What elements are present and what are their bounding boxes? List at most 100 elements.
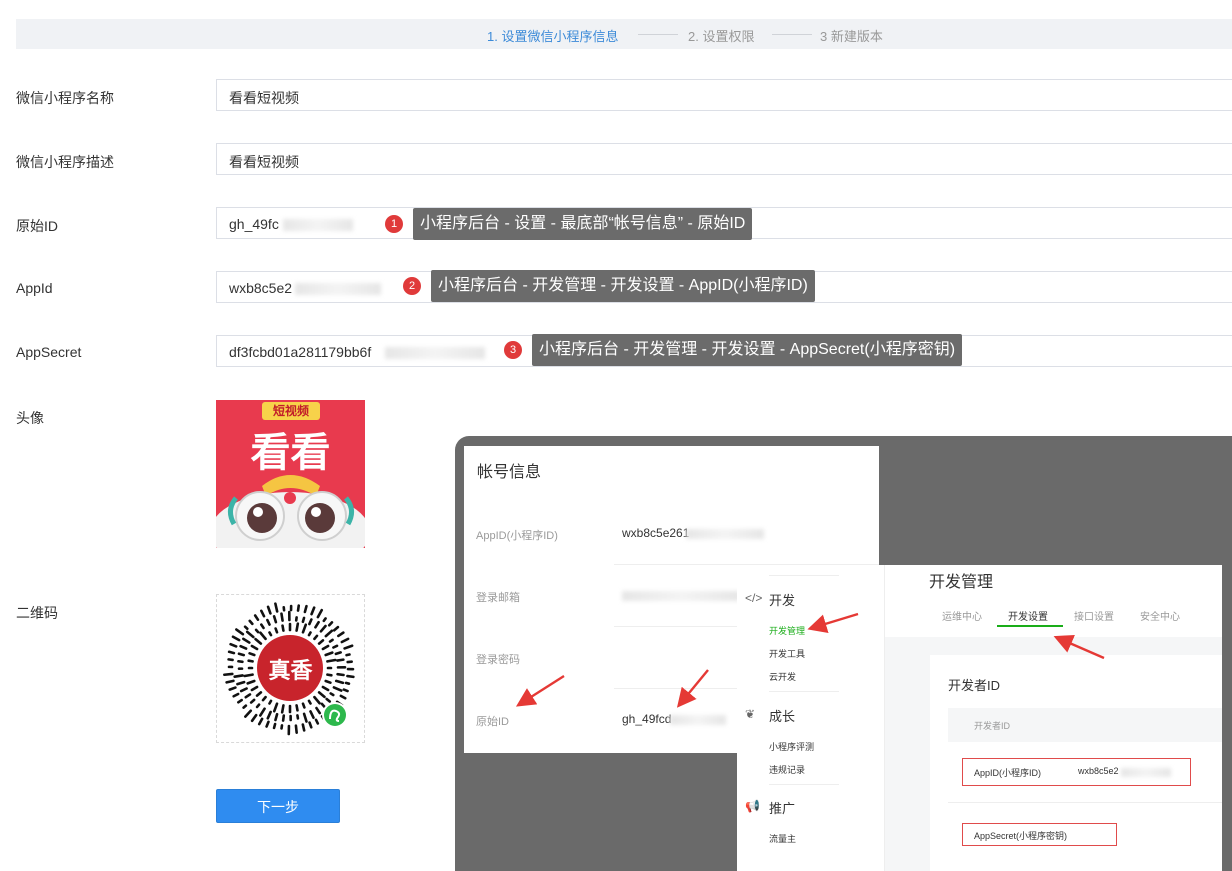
next-button[interactable]: 下一步 [216, 789, 340, 823]
avatar-image[interactable]: 短视频 看看 [216, 400, 365, 548]
qr-ray [307, 699, 312, 705]
sidebar-group-dev[interactable]: 开发 [769, 590, 795, 609]
qr-ray [259, 631, 267, 641]
qr-ray [321, 685, 330, 692]
qr-ray [250, 644, 259, 651]
qr-code[interactable]: 真香 [216, 594, 365, 743]
qr-ray [255, 703, 261, 709]
step-1[interactable]: 1. 设置微信小程序信息 [487, 26, 618, 45]
step-badge-3: 3 [504, 341, 522, 359]
step-badge-2: 2 [403, 277, 421, 295]
tab-dev-settings[interactable]: 开发设置 [1008, 608, 1048, 623]
qr-ray [274, 712, 279, 722]
qr-ray [343, 644, 354, 650]
account-info-title: 帐号信息 [477, 464, 542, 481]
qr-ray [334, 651, 342, 656]
qr-ray [317, 691, 326, 699]
qr-ray [242, 704, 248, 709]
qr-ray [235, 628, 245, 636]
qr-ray [324, 679, 332, 685]
account-appid-label: AppID(小程序ID) [476, 530, 558, 542]
qr-ray [332, 644, 339, 649]
qr-ray [326, 658, 337, 663]
dev-appid-label: AppID(小程序ID) [974, 768, 1042, 778]
qr-ray [344, 681, 351, 685]
qr-ray [232, 692, 240, 698]
qr-ray [313, 695, 321, 705]
redaction-blur [1121, 768, 1171, 777]
sidebar-item-violation[interactable]: 违规记录 [769, 763, 805, 776]
sidebar-group-promo[interactable]: 推广 [769, 798, 795, 817]
dev-appsecret-label: AppSecret(小程序密钥) [974, 831, 1068, 841]
appsecret-highlight-box: AppSecret(小程序密钥) [962, 823, 1117, 846]
qr-ray [324, 651, 334, 657]
developer-id-th: 开发者ID [974, 721, 1011, 731]
qr-ray [244, 693, 252, 699]
qr-ray [301, 723, 306, 732]
qr-ray [310, 606, 316, 616]
qr-ray [250, 713, 258, 723]
qr-ray [280, 612, 284, 622]
qr-ray [231, 635, 241, 642]
name-input[interactable]: 看看短视频 [216, 79, 1232, 111]
qr-ray [266, 618, 271, 626]
qr-ray [307, 631, 312, 637]
redaction-blur [622, 591, 740, 601]
qr-ray [260, 623, 265, 630]
sidebar-group-growth[interactable]: 成长 [769, 706, 795, 725]
sidebar-item-cloud[interactable]: 云开发 [769, 670, 796, 683]
qr-ray [281, 714, 286, 722]
qr-ray [319, 624, 327, 633]
qr-ray [228, 686, 237, 691]
qr-ray [237, 659, 244, 664]
qr-ray [302, 712, 308, 723]
qr-ray [326, 673, 333, 677]
leaf-icon: ❦ [745, 707, 756, 721]
qr-ray [268, 631, 273, 637]
tab-ops[interactable]: 运维中心 [942, 608, 982, 623]
qr-ray [265, 720, 270, 728]
qr-ray [334, 679, 345, 685]
step-2[interactable]: 2. 设置权限 [688, 26, 754, 45]
origid-value: gh_49fc [229, 216, 279, 232]
qr-ray [332, 625, 340, 632]
qr-ray [345, 653, 351, 657]
tab-api-settings[interactable]: 接口设置 [1074, 608, 1114, 623]
qr-ray [237, 698, 243, 704]
qr-ray [254, 628, 260, 634]
developer-id-table-header: 开发者ID [948, 708, 1222, 742]
account-origid-value: gh_49fcd [622, 712, 672, 726]
qr-ray [313, 634, 319, 641]
account-password-label: 登录密码 [476, 654, 520, 666]
qr-ray [346, 674, 355, 679]
qr-ray [332, 686, 343, 692]
qr-ray [236, 680, 246, 686]
tooltip-secret: 小程序后台 - 开发管理 - 开发设置 - AppSecret(小程序密钥) [532, 334, 963, 366]
qr-ray [308, 618, 313, 626]
qr-ray [274, 602, 279, 613]
sidebar-item-dev-manage[interactable]: 开发管理 [769, 624, 805, 637]
account-origid-label: 原始ID [476, 716, 509, 728]
appid-value: wxb8c5e2 [229, 280, 293, 296]
avatar-label: 头像 [16, 410, 44, 426]
developer-id-card: 开发者ID 开发者ID AppID(小程序ID) wxb8c5e2 AppSec… [930, 655, 1222, 871]
qr-ray [248, 651, 256, 657]
sidebar-item-review[interactable]: 小程序评测 [769, 740, 814, 753]
desc-input[interactable]: 看看短视频 [216, 143, 1232, 175]
sidebar-item-dev-tools[interactable]: 开发工具 [769, 647, 805, 660]
qr-ray [266, 710, 272, 720]
qr-ray [242, 637, 251, 644]
step-connector [772, 34, 812, 35]
qr-ray [244, 709, 253, 718]
appid-highlight-box: AppID(小程序ID) wxb8c5e2 [962, 758, 1191, 786]
qr-ray [225, 679, 235, 684]
step-3[interactable]: 3 新建版本 [820, 26, 883, 45]
qr-ray [328, 638, 334, 643]
tab-security[interactable]: 安全中心 [1140, 608, 1180, 623]
sidebar-item-traffic[interactable]: 流量主 [769, 832, 796, 845]
qr-ray [245, 630, 255, 639]
qr-ray [337, 631, 345, 638]
qr-ray [327, 621, 334, 627]
qr-ray [315, 706, 322, 715]
qr-ray [322, 617, 327, 623]
